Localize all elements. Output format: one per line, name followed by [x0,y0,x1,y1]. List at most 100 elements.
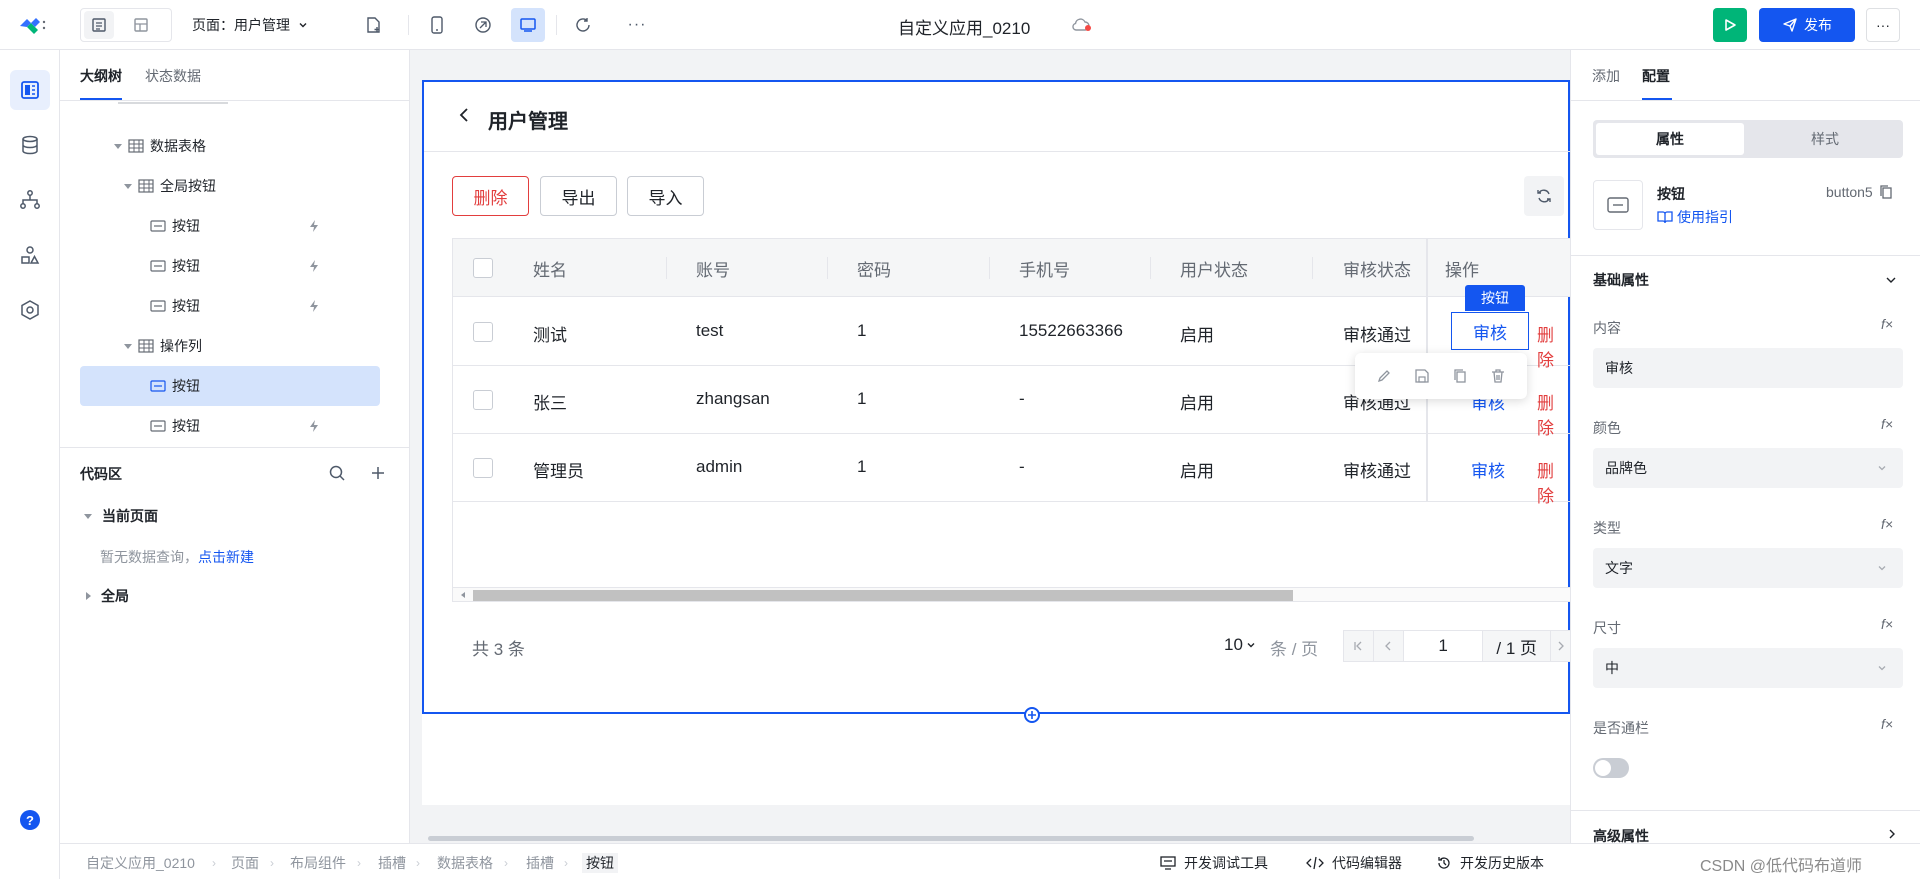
row-checkbox[interactable] [473,322,493,342]
outline-nav-icon[interactable] [10,70,50,110]
next-page-button[interactable] [1551,631,1571,661]
event-bolt-icon[interactable] [308,259,320,273]
code-current-page[interactable]: 当前页面 [80,496,380,536]
run-button[interactable] [1713,8,1747,42]
column-divider[interactable] [827,257,828,279]
create-query-link[interactable]: 点击新建 [198,549,254,565]
first-page-button[interactable] [1344,631,1374,661]
breadcrumb-item[interactable]: 插槽 [378,853,406,873]
delete-button[interactable]: 删除 [452,176,529,216]
row-checkbox[interactable] [473,390,493,410]
mobile-view-icon[interactable] [420,8,454,42]
fx-icon[interactable]: f× [1881,416,1893,432]
database-icon[interactable] [10,125,50,165]
type-select[interactable]: 文字 [1593,548,1903,588]
history-button[interactable]: 开发历史版本 [1436,853,1544,873]
canvas-scrollbar[interactable] [428,836,1474,841]
chevron-right-icon[interactable] [1887,828,1897,840]
export-button[interactable]: 导出 [540,176,617,216]
tree-item-action-column[interactable]: 操作列 [80,326,380,366]
save-icon[interactable] [1414,368,1430,384]
help-icon[interactable]: ? [20,810,40,830]
content-input[interactable]: 审核 [1593,348,1903,388]
row-delete-link[interactable]: 删除 [1537,389,1570,439]
prev-page-button[interactable] [1373,631,1404,661]
page-frame-selected[interactable]: 用户管理 删除 导出 导入 姓名 账号 密码 手机号 用户状态 审核状态 操作 … [422,80,1572,714]
more-menu-button[interactable]: ··· [1866,8,1900,42]
settings-hex-icon[interactable] [10,290,50,330]
app-logo-icon[interactable] [18,16,46,36]
new-page-icon[interactable] [356,8,390,42]
page-size-select[interactable]: 10 [1224,635,1256,655]
code-global[interactable]: 全局 [80,576,380,616]
row-delete-link[interactable]: 删除 [1537,457,1570,507]
table-refresh-button[interactable] [1524,176,1564,216]
event-bolt-icon[interactable] [308,219,320,233]
tree-item-button-selected[interactable]: 按钮 [80,366,380,406]
page-selector[interactable]: 页面： 用户管理 [192,15,308,35]
chevron-down-icon[interactable] [1885,274,1897,286]
tree-item-button[interactable]: 按钮 [80,286,380,326]
publish-button[interactable]: 发布 [1759,8,1855,42]
breadcrumb-item[interactable]: 数据表格 [437,853,493,873]
breadcrumb-current[interactable]: 按钮 [582,853,618,873]
guide-link[interactable]: 使用指引 [1657,207,1733,227]
import-button[interactable]: 导入 [627,176,704,216]
block-toggle[interactable] [1593,758,1629,778]
add-icon[interactable] [370,465,386,481]
event-bolt-icon[interactable] [308,299,320,313]
more-icon[interactable]: ··· [620,8,654,42]
breadcrumb-item[interactable]: 自定义应用_0210 [86,853,195,873]
tree-item-global-buttons[interactable]: 全局按钮 [80,166,380,206]
edit-icon[interactable] [1376,368,1392,384]
breadcrumb-item[interactable]: 布局组件 [290,853,346,873]
tab-config[interactable]: 配置 [1642,66,1670,86]
event-bolt-icon[interactable] [308,419,320,433]
basic-section-title[interactable]: 基础属性 [1593,270,1649,290]
tree-item-button[interactable]: 按钮 [80,406,380,446]
fx-icon[interactable]: f× [1881,716,1893,732]
segment-properties[interactable]: 属性 [1596,123,1744,155]
column-divider[interactable] [1150,257,1151,279]
trash-icon[interactable] [1490,368,1506,384]
segment-style[interactable]: 样式 [1751,123,1899,155]
tab-add[interactable]: 添加 [1592,66,1620,86]
size-select[interactable]: 中 [1593,648,1903,688]
row-checkbox[interactable] [473,458,493,478]
fx-icon[interactable]: f× [1881,516,1893,532]
tab-state-data[interactable]: 状态数据 [145,66,201,86]
select-all-checkbox[interactable] [473,258,493,278]
insert-component-icon[interactable] [1024,707,1040,723]
scroll-left-icon[interactable] [459,591,467,599]
review-button-selected[interactable]: 审核 [1451,312,1529,350]
web-view-icon[interactable] [466,8,500,42]
desktop-view-icon[interactable] [511,8,545,42]
color-select[interactable]: 品牌色 [1593,448,1903,488]
refresh-icon[interactable] [566,8,600,42]
copy-icon[interactable] [1879,184,1893,200]
layout-view-icon[interactable] [126,11,156,39]
components-icon[interactable] [10,235,50,275]
fx-icon[interactable]: f× [1881,316,1893,332]
back-arrow-icon[interactable] [458,107,470,123]
logic-flow-icon[interactable] [10,180,50,220]
outline-view-icon[interactable] [84,11,114,39]
tree-item-button[interactable]: 按钮 [80,206,380,246]
page-input[interactable]: 1 [1404,631,1484,661]
tree-item-button[interactable]: 按钮 [80,246,380,286]
tab-outline-tree[interactable]: 大纲树 [80,66,122,86]
column-divider[interactable] [1312,257,1313,279]
row-delete-link[interactable]: 删除 [1537,321,1570,371]
breadcrumb-item[interactable]: 插槽 [526,853,554,873]
column-divider[interactable] [666,257,667,279]
breadcrumb-item[interactable]: 页面 [231,853,259,873]
fx-icon[interactable]: f× [1881,616,1893,632]
code-editor-button[interactable]: 代码编辑器 [1306,853,1402,873]
row-review-link[interactable]: 审核 [1471,457,1505,482]
copy-icon[interactable] [1452,368,1468,384]
search-icon[interactable] [328,464,346,482]
table-scrollbar-thumb[interactable] [473,590,1293,601]
debug-tools-button[interactable]: 开发调试工具 [1160,853,1268,873]
column-divider[interactable] [989,257,990,279]
tree-item-data-table[interactable]: 数据表格 [80,126,380,166]
